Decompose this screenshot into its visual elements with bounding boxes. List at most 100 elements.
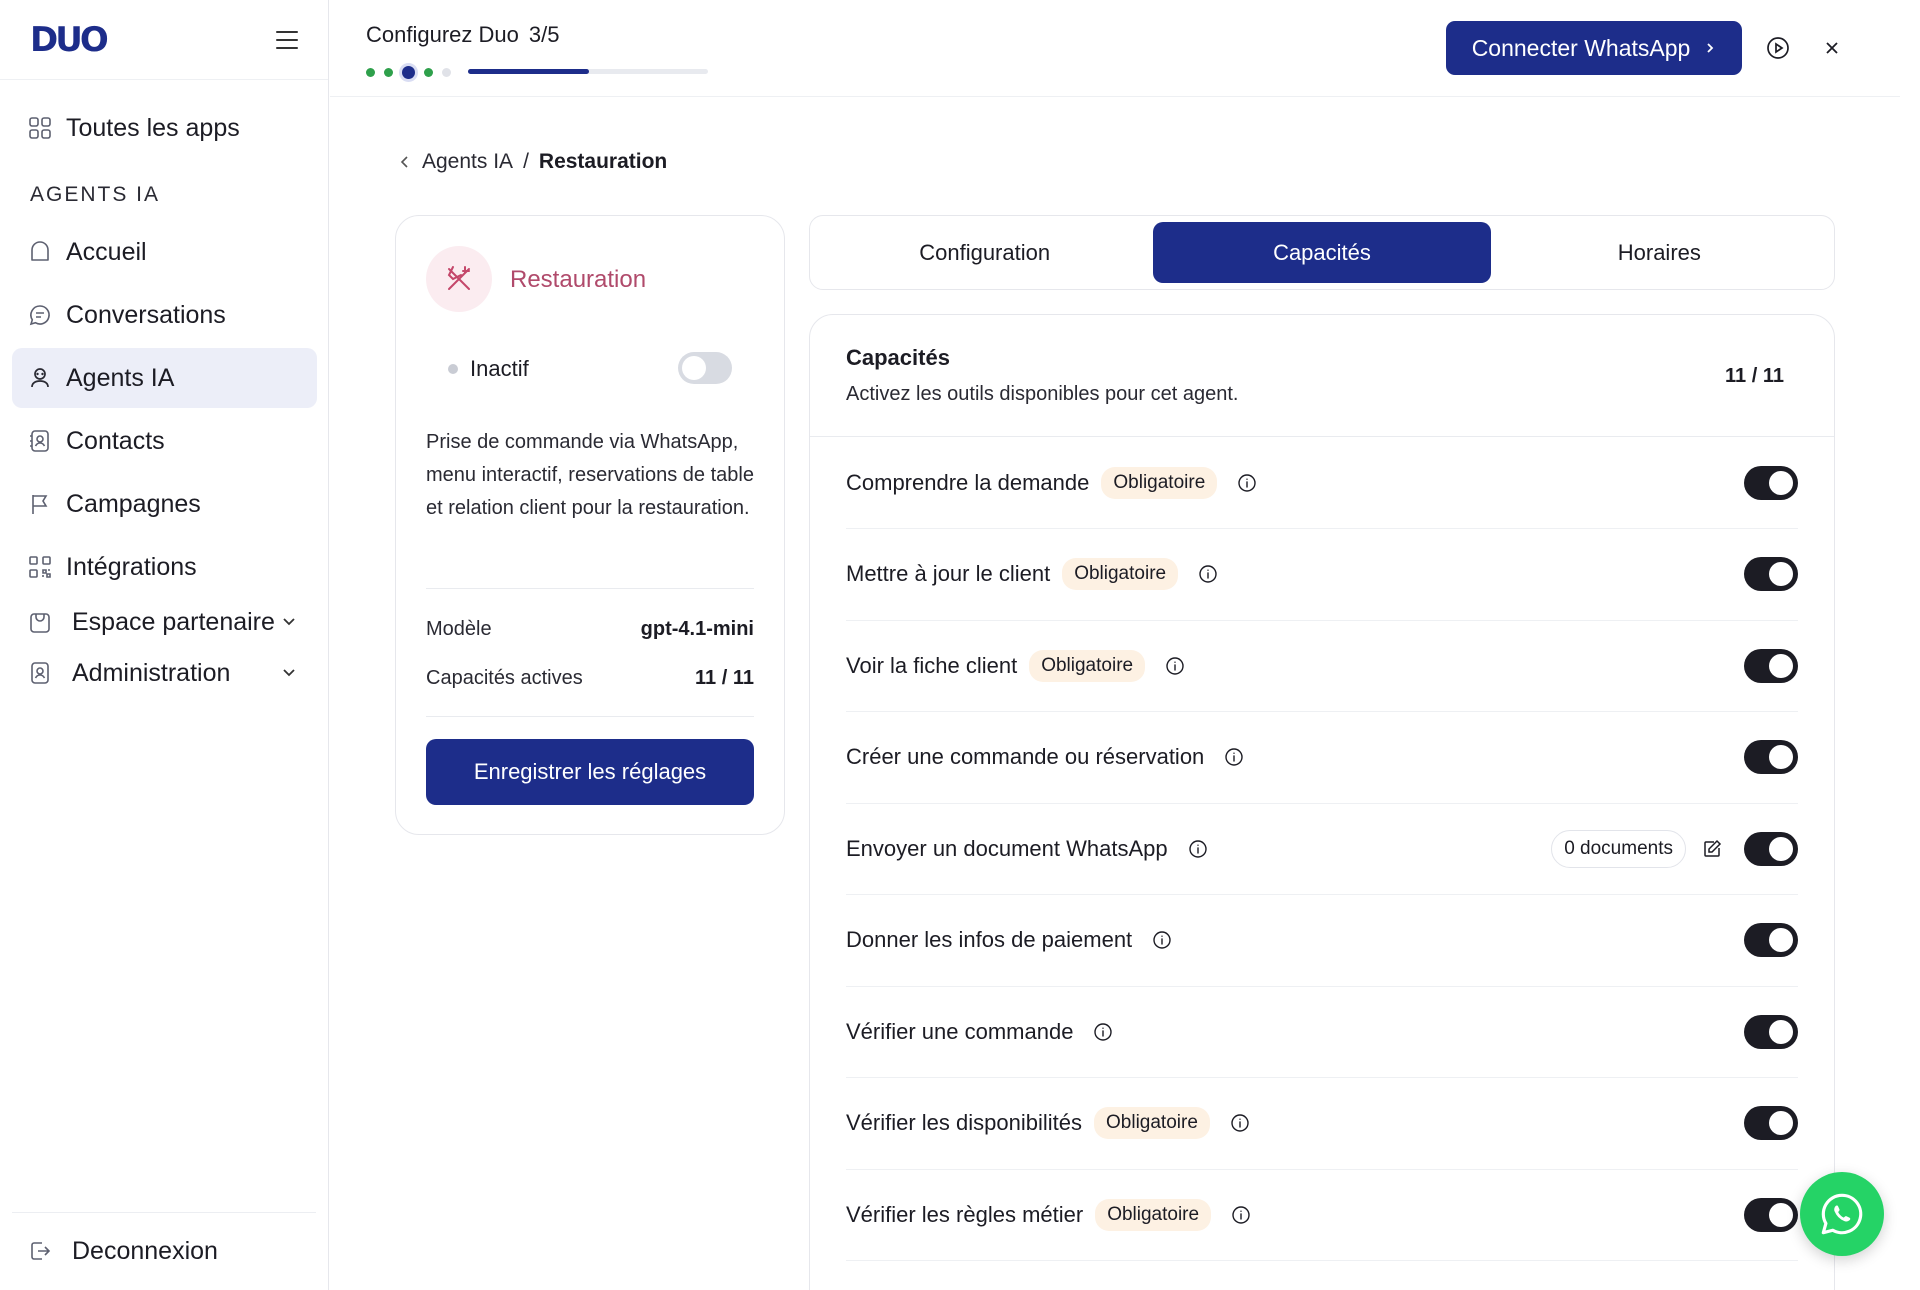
setup-progress-bar <box>468 69 708 74</box>
capability-toggle[interactable] <box>1744 740 1798 774</box>
setup-step-dots <box>366 66 451 79</box>
sidebar-item-label: Contacts <box>66 426 165 455</box>
setup-title: Configurez Duo 3/5 <box>366 22 559 48</box>
sidebar-item-integrations[interactable]: Intégrations <box>12 537 317 597</box>
setup-progress-fill <box>468 69 589 74</box>
tab-horaires[interactable]: Horaires <box>1491 222 1828 283</box>
sidebar-item-agents-ia[interactable]: Agents IA <box>12 348 317 408</box>
home-icon <box>28 240 52 264</box>
capability-row: Voir la fiche client Obligatoire <box>846 620 1798 712</box>
active-capabilities-row: Capacités actives 11 / 11 <box>426 667 754 690</box>
whatsapp-icon <box>1821 1193 1863 1235</box>
divider <box>426 588 754 589</box>
capability-row: Donner les infos de paiement <box>846 895 1798 987</box>
apps-grid-icon <box>28 116 52 140</box>
agent-description: Prise de commande via WhatsApp, menu int… <box>426 431 754 519</box>
sidebar-item-label: Intégrations <box>66 552 197 581</box>
close-icon[interactable] <box>1820 36 1844 60</box>
agent-name: Restauration <box>510 266 647 293</box>
active-capabilities-value: 11 / 11 <box>695 667 754 689</box>
capability-toggle[interactable] <box>1744 1197 1798 1232</box>
capability-label: Vérifier les règles métier <box>846 1201 1084 1227</box>
sidebar-item-label: Espace partenaire <box>72 607 275 636</box>
info-icon[interactable] <box>1093 1022 1113 1042</box>
info-icon[interactable] <box>1231 1205 1251 1225</box>
capability-toggle[interactable] <box>1744 557 1798 591</box>
utensils-icon <box>447 266 470 290</box>
chevron-left-icon[interactable] <box>398 155 412 169</box>
flag-icon <box>28 492 52 516</box>
capability-label: Mettre à jour le client <box>846 561 1051 586</box>
capability-row: Mettre à jour le client Obligatoire <box>846 529 1798 621</box>
sidebar: DUO Toutes les apps AGENTS IA Accueil Co… <box>0 0 329 1290</box>
logout-button[interactable]: Deconnexion <box>12 1221 317 1281</box>
info-icon[interactable] <box>1230 1113 1250 1133</box>
sidebar-item-label: Conversations <box>66 300 226 329</box>
tab-configuration[interactable]: Configuration <box>816 222 1153 283</box>
sidebar-item-label: Accueil <box>66 237 147 266</box>
info-icon[interactable] <box>1224 747 1244 767</box>
whatsapp-chat-button[interactable] <box>1800 1172 1884 1256</box>
capabilities-header: Capacités Activez les outils disponibles… <box>810 315 1834 437</box>
bag-icon <box>28 610 52 634</box>
chevron-down-icon <box>283 669 295 677</box>
capability-toggle[interactable] <box>1744 1106 1798 1140</box>
capability-toggle[interactable] <box>1744 923 1798 957</box>
agent-active-toggle[interactable] <box>678 352 732 384</box>
info-icon[interactable] <box>1237 473 1257 493</box>
chevron-down-icon <box>283 618 295 626</box>
topbar: Configurez Duo 3/5 Connecter WhatsApp <box>330 0 1900 97</box>
sidebar-item-administration[interactable]: Administration <box>12 643 317 703</box>
section-label: AGENTS IA <box>30 183 161 206</box>
sidebar-item-campagnes[interactable]: Campagnes <box>12 474 317 534</box>
breadcrumb-current: Restauration <box>538 150 668 173</box>
edit-icon[interactable] <box>1702 839 1722 859</box>
duo-logo[interactable]: DUO <box>30 20 109 60</box>
tab-capacites[interactable]: Capacités <box>1153 222 1491 283</box>
info-icon[interactable] <box>1165 656 1185 676</box>
divider <box>426 716 754 717</box>
model-row: Modèle gpt-4.1-mini <box>426 618 754 641</box>
capability-toggle[interactable] <box>1744 648 1798 683</box>
capabilities-panel: Capacités Activez les outils disponibles… <box>809 314 1835 1290</box>
play-icon[interactable] <box>1766 36 1790 60</box>
info-icon[interactable] <box>1198 564 1218 584</box>
info-icon[interactable] <box>1188 839 1208 859</box>
capabilities-count: 11 / 11 <box>1725 365 1784 387</box>
capability-label: Créer une commande ou réservation <box>846 744 1205 769</box>
capability-row: Vérifier les disponibilités Obligatoire <box>846 1078 1798 1170</box>
agent-status-label: Inactif <box>470 356 529 381</box>
logout-label: Deconnexion <box>72 1236 218 1265</box>
breadcrumb-parent[interactable]: Agents IA <box>422 150 513 174</box>
capability-row: Créer une commande ou réservation <box>846 712 1798 804</box>
breadcrumb: Agents IA / Restauration <box>398 150 667 174</box>
sidebar-item-label: Administration <box>72 658 231 687</box>
sidebar-item-contacts[interactable]: Contacts <box>12 411 317 471</box>
agent-tabs: Configuration Capacités Horaires <box>809 215 1835 290</box>
capability-row: Vérifier une commande <box>846 986 1798 1078</box>
logout-icon <box>28 1239 52 1263</box>
sidebar-item-all-apps[interactable]: Toutes les apps <box>12 98 317 158</box>
robot-icon <box>28 366 52 390</box>
contacts-icon <box>28 429 52 453</box>
status-dot <box>448 364 458 374</box>
step-dot-done <box>424 68 433 77</box>
capability-label: Voir la fiche client <box>846 652 1018 678</box>
sidebar-item-label: Agents IA <box>66 363 175 392</box>
sidebar-item-conversations[interactable]: Conversations <box>12 285 317 345</box>
capability-row: Envoyer un document WhatsApp 0 documents <box>846 803 1798 895</box>
info-icon[interactable] <box>1152 930 1172 950</box>
capabilities-title: Capacités <box>846 345 950 370</box>
capability-toggle[interactable] <box>1744 465 1798 500</box>
step-dot-done <box>366 68 375 77</box>
capability-toggle[interactable] <box>1744 831 1798 866</box>
step-dot-current <box>402 66 415 79</box>
agent-card: Restauration Inactif Prise de commande v… <box>395 215 785 835</box>
documents-count-pill[interactable]: 0 documents <box>1551 829 1686 868</box>
connect-whatsapp-button[interactable]: Connecter WhatsApp <box>1446 21 1742 75</box>
capability-toggle[interactable] <box>1744 1014 1798 1049</box>
capability-label: Donner les infos de paiement <box>846 927 1133 952</box>
save-settings-button[interactable]: Enregistrer les réglages <box>426 739 754 805</box>
menu-toggle-icon[interactable] <box>276 30 298 49</box>
sidebar-item-accueil[interactable]: Accueil <box>12 222 317 282</box>
